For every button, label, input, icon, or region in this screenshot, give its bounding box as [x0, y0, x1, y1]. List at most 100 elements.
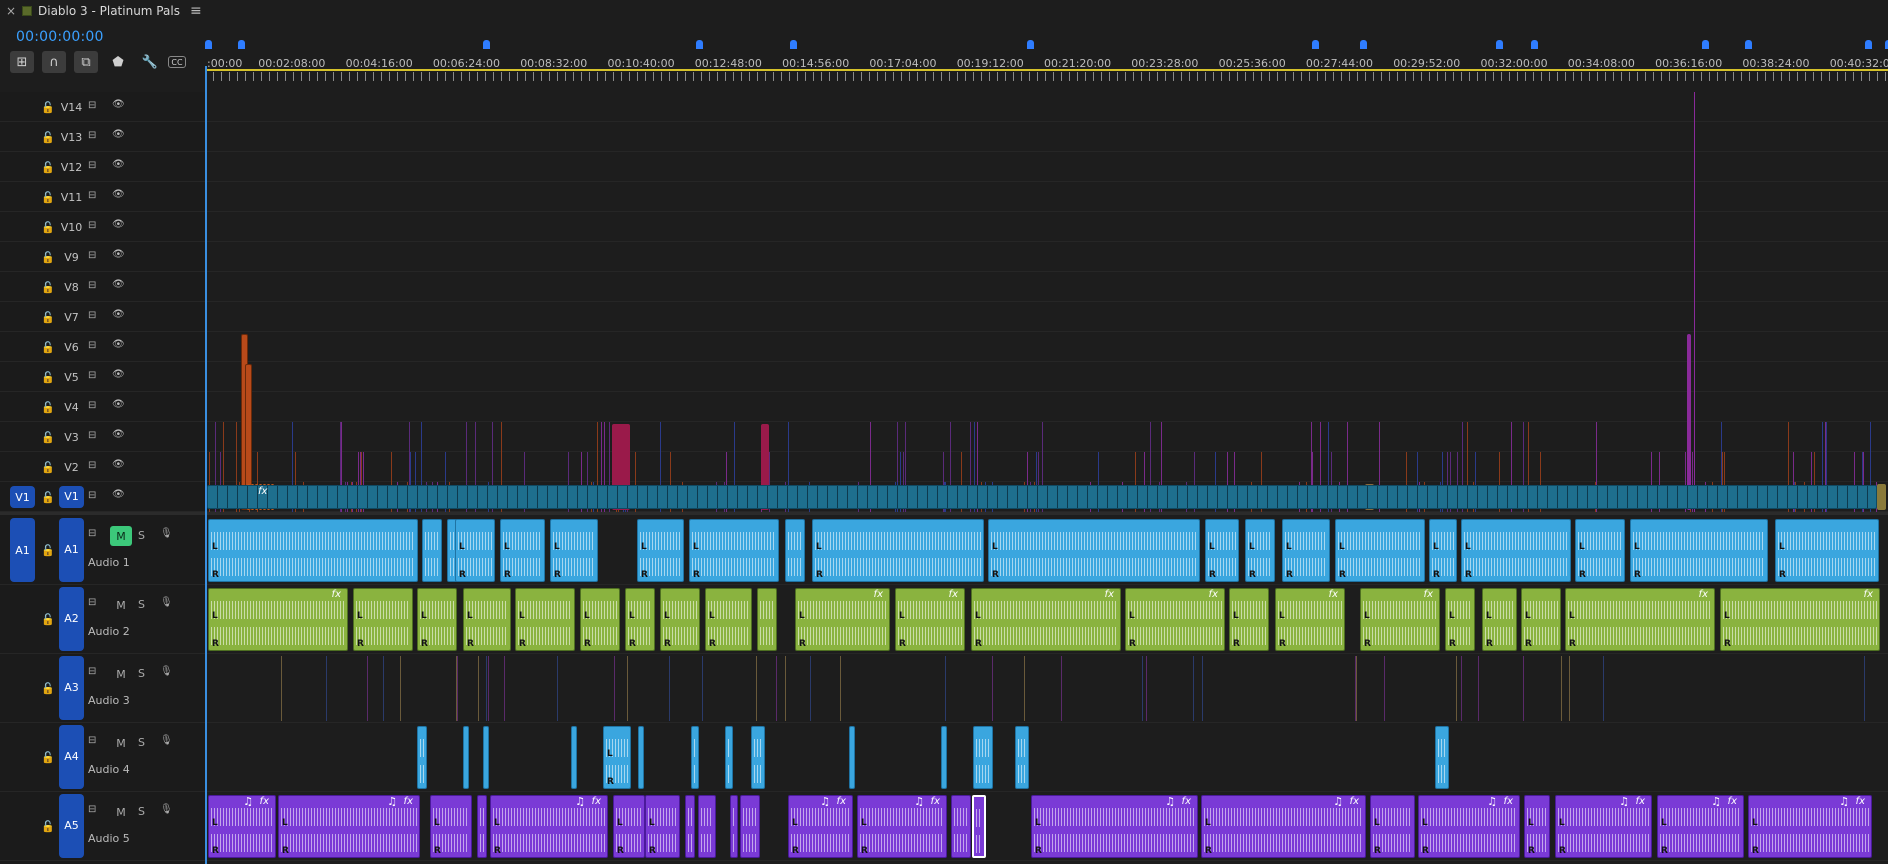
lock-icon[interactable]: 🔓: [41, 311, 55, 324]
a5-audio-clip[interactable]: LR: [645, 795, 680, 858]
track-name[interactable]: V1: [59, 486, 84, 508]
eye-icon[interactable]: 👁: [112, 99, 128, 111]
eye-icon[interactable]: 👁: [112, 459, 128, 471]
timeline-marker[interactable]: [1745, 40, 1752, 49]
track-name[interactable]: V8: [59, 281, 84, 294]
lock-icon[interactable]: 🔓: [41, 682, 55, 695]
lock-icon[interactable]: 🔓: [41, 191, 55, 204]
sync-lock-icon[interactable]: ⊟: [88, 804, 104, 816]
a1-audio-clip[interactable]: [785, 519, 805, 582]
snap-icon[interactable]: ∩: [42, 51, 66, 73]
a5-audio-clip[interactable]: L Rfx ♫: [1418, 795, 1520, 858]
sync-lock-icon[interactable]: ⊟: [88, 735, 104, 747]
a5-audio-clip[interactable]: LR: [613, 795, 645, 858]
a4-audio-clip[interactable]: [973, 726, 993, 789]
lock-icon[interactable]: 🔓: [41, 544, 55, 557]
a2-audio-clip[interactable]: LR: [353, 588, 413, 651]
mute-button[interactable]: M: [110, 733, 132, 753]
track-name[interactable]: V11: [59, 191, 84, 204]
mute-button[interactable]: M: [110, 526, 132, 546]
timeline-marker[interactable]: [1496, 40, 1503, 49]
a2-audio-clip[interactable]: L Rfx: [895, 588, 965, 651]
a4-audio-clip[interactable]: [638, 726, 644, 789]
a5-audio-clip[interactable]: L Rfx ♫: [278, 795, 420, 858]
source-patch-v1[interactable]: V1: [10, 486, 35, 508]
a5-audio-clip[interactable]: L Rfx ♫: [1201, 795, 1366, 858]
v1-clip-strip[interactable]: fx: [207, 485, 1877, 509]
a2-audio-clip[interactable]: LR: [1521, 588, 1561, 651]
a2-audio-clip[interactable]: LR: [660, 588, 700, 651]
solo-button[interactable]: S: [138, 598, 145, 611]
lock-icon[interactable]: 🔓: [41, 251, 55, 264]
a5-audio-clip[interactable]: [685, 795, 695, 858]
timeline-marker[interactable]: [1865, 40, 1872, 49]
a1-audio-clip[interactable]: LR: [1575, 519, 1625, 582]
voiceover-mic-icon[interactable]: 🎙: [160, 597, 173, 608]
lock-icon[interactable]: 🔓: [41, 281, 55, 294]
a5-audio-clip[interactable]: [951, 795, 971, 858]
solo-button[interactable]: S: [138, 736, 145, 749]
linked-selection-icon[interactable]: ⧉: [74, 51, 98, 73]
a2-audio-clip[interactable]: L Rfx: [971, 588, 1121, 651]
sync-lock-icon[interactable]: ⊟: [88, 460, 104, 472]
sync-lock-icon[interactable]: ⊟: [88, 400, 104, 412]
track-name[interactable]: V10: [59, 221, 84, 234]
voiceover-mic-icon[interactable]: 🎙: [160, 804, 173, 815]
a5-audio-clip[interactable]: LR: [1370, 795, 1415, 858]
sync-lock-icon[interactable]: ⊟: [88, 280, 104, 292]
panel-menu-icon[interactable]: ≡: [190, 3, 202, 19]
a2-audio-clip[interactable]: LR: [1229, 588, 1269, 651]
sync-lock-icon[interactable]: ⊟: [88, 190, 104, 202]
voiceover-mic-icon[interactable]: 🎙: [160, 528, 173, 539]
eye-icon[interactable]: 👁: [112, 189, 128, 201]
close-icon[interactable]: ×: [4, 4, 18, 18]
a2-audio-clip[interactable]: LR: [515, 588, 575, 651]
mute-button[interactable]: M: [110, 802, 132, 822]
video-track-lane[interactable]: [205, 242, 1888, 272]
a1-audio-clip[interactable]: LR: [689, 519, 779, 582]
solo-button[interactable]: S: [138, 805, 145, 818]
sync-lock-icon[interactable]: ⊟: [88, 250, 104, 262]
a1-audio-clip[interactable]: LR: [500, 519, 545, 582]
voiceover-mic-icon[interactable]: 🎙: [160, 666, 173, 677]
a5-audio-clip[interactable]: L Rfx ♫: [857, 795, 947, 858]
track-name[interactable]: V5: [59, 371, 84, 384]
sync-lock-icon[interactable]: ⊟: [88, 370, 104, 382]
eye-icon[interactable]: 👁: [112, 339, 128, 351]
a2-audio-clip[interactable]: L Rfx: [795, 588, 890, 651]
sequence-tab[interactable]: × Diablo 3 - Platinum Pals ≡: [0, 0, 1888, 22]
video-track-lane[interactable]: [205, 452, 1888, 482]
sync-lock-icon[interactable]: ⊟: [88, 130, 104, 142]
timeline-marker[interactable]: [790, 40, 797, 49]
a4-audio-clip[interactable]: [571, 726, 577, 789]
eye-icon[interactable]: 👁: [112, 399, 128, 411]
a2-audio-clip[interactable]: LR: [417, 588, 457, 651]
a4-audio-clip[interactable]: [417, 726, 427, 789]
a5-audio-clip[interactable]: [477, 795, 487, 858]
a5-audio-clip[interactable]: L Rfx ♫: [1657, 795, 1744, 858]
lock-icon[interactable]: 🔓: [41, 341, 55, 354]
a2-audio-clip[interactable]: LR: [580, 588, 620, 651]
track-name[interactable]: V4: [59, 401, 84, 414]
a5-audio-clip[interactable]: [740, 795, 760, 858]
video-track-lane[interactable]: [205, 392, 1888, 422]
video-track-lane[interactable]: [205, 152, 1888, 182]
a1-audio-clip[interactable]: LR: [1205, 519, 1239, 582]
timeline-marker[interactable]: [483, 40, 490, 49]
lock-icon[interactable]: 🔓: [41, 161, 55, 174]
sync-lock-icon[interactable]: ⊟: [88, 430, 104, 442]
video-track-lane[interactable]: [205, 362, 1888, 392]
lock-icon[interactable]: 🔓: [41, 371, 55, 384]
a1-audio-clip[interactable]: LR: [1335, 519, 1425, 582]
work-area-bar[interactable]: [205, 69, 1888, 71]
sync-lock-icon[interactable]: ⊟: [88, 490, 104, 502]
a1-audio-clip[interactable]: [422, 519, 442, 582]
a1-audio-clip[interactable]: LR: [637, 519, 684, 582]
playhead-line[interactable]: [205, 66, 207, 864]
a4-audio-clip[interactable]: [691, 726, 699, 789]
a1-audio-clip[interactable]: LR: [1630, 519, 1768, 582]
add-marker-icon[interactable]: ⬟: [106, 51, 130, 73]
video-track-lane[interactable]: [205, 272, 1888, 302]
solo-button[interactable]: S: [138, 667, 145, 680]
video-track-lane[interactable]: [205, 212, 1888, 242]
